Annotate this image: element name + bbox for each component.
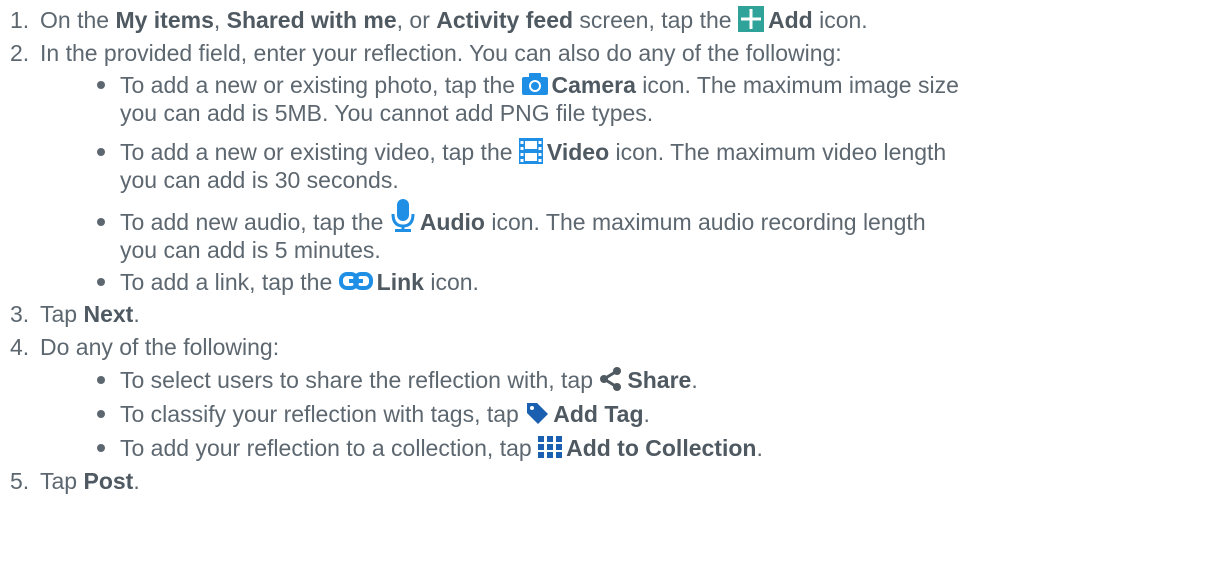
bullet-text: icon. The maximum audio recording length (484, 209, 926, 236)
step-text: screen, tap the (573, 7, 738, 33)
bullet-dot (97, 218, 105, 226)
step-number: 3. (10, 301, 30, 327)
plus-icon (737, 5, 764, 32)
share-icon (599, 366, 623, 391)
bullet-text: you can add is 5MB. You cannot add PNG f… (120, 100, 654, 126)
link-icon (338, 271, 373, 290)
step-5: 5. Tap Post. (10, 466, 140, 496)
bullet-tag: To classify your reflection with tags, t… (120, 399, 650, 429)
bullet-camera-continued: you can add is 5MB. You cannot add PNG f… (120, 98, 653, 128)
bullet-dot (97, 376, 105, 384)
bullet-text: . (691, 367, 698, 393)
next-label: Next (83, 301, 134, 327)
add-label: Add (767, 7, 813, 33)
bullet-camera: To add a new or existing photo, tap the … (120, 70, 959, 100)
bullet-dot (97, 410, 105, 418)
my-items-label: My items (115, 7, 214, 33)
bullet-text: . (756, 435, 763, 461)
step-number: 1. (10, 7, 30, 33)
bullet-video-continued: you can add is 30 seconds. (120, 165, 399, 195)
step-number: 2. (10, 40, 30, 66)
step-text: Tap (40, 301, 84, 327)
bullet-text: icon. (423, 269, 479, 295)
audio-label: Audio (419, 209, 485, 236)
activity-feed-label: Activity feed (436, 7, 574, 33)
bullet-dot (97, 81, 105, 89)
bullet-dot (97, 148, 105, 156)
step-text: Do any of the following: (40, 334, 280, 360)
step-text: Tap (40, 468, 84, 494)
step-1: 1. On the My items, Shared with me, or Ac… (10, 5, 868, 35)
step-2: 2. In the provided field, enter your refl… (10, 38, 842, 68)
step-number: 5. (10, 468, 30, 494)
step-4: 4. Do any of the following: (10, 332, 279, 362)
bullet-text: To classify your reflection with tags, t… (120, 401, 526, 427)
grid-icon (538, 435, 563, 458)
shared-with-me-label: Shared with me (226, 7, 397, 33)
bullet-audio-continued: you can add is 5 minutes. (120, 235, 381, 265)
bullet-text: To add a link, tap the (120, 269, 339, 295)
bullet-text: icon. The maximum video length (609, 139, 947, 165)
step-text: , (213, 7, 227, 33)
step-text: , or (396, 7, 437, 33)
video-label: Video (546, 139, 610, 165)
microphone-icon (390, 199, 416, 233)
bullet-text: To add a new or existing photo, tap the (120, 72, 522, 98)
bullet-text: To add new audio, tap the (120, 209, 390, 236)
video-icon (518, 137, 543, 164)
bullet-text: you can add is 5 minutes. (120, 237, 381, 263)
step-text: . (133, 468, 140, 494)
step-number: 4. (10, 334, 30, 360)
bullet-collection: To add your reflection to a collection, … (120, 433, 763, 463)
share-label: Share (627, 367, 692, 393)
step-text: icon. (812, 7, 868, 33)
step-text: In the provided field, enter your reflec… (40, 40, 842, 66)
bullet-video: To add a new or existing video, tap the … (120, 137, 946, 167)
bullet-dot (97, 444, 105, 452)
tag-icon (525, 401, 549, 425)
bullet-share: To select users to share the reflection … (120, 365, 698, 395)
bullet-text: . (643, 401, 650, 427)
link-label: Link (376, 269, 424, 295)
add-tag-label: Add Tag (553, 401, 644, 427)
bullet-dot (97, 278, 105, 286)
post-label: Post (83, 468, 134, 494)
bullet-text: you can add is 30 seconds. (120, 167, 399, 193)
camera-label: Camera (551, 72, 636, 98)
bullet-text: To add your reflection to a collection, … (120, 435, 539, 461)
add-to-collection-label: Add to Collection (566, 435, 757, 461)
bullet-text: To select users to share the reflection … (120, 367, 600, 393)
camera-icon (521, 72, 548, 95)
bullet-text: icon. The maximum image size (635, 72, 959, 98)
step-text: On the (40, 7, 116, 33)
bullet-link: To add a link, tap the Link icon. (120, 267, 479, 297)
bullet-text: To add a new or existing video, tap the (120, 139, 519, 165)
step-3: 3. Tap Next. (10, 299, 140, 329)
step-text: . (133, 301, 140, 327)
